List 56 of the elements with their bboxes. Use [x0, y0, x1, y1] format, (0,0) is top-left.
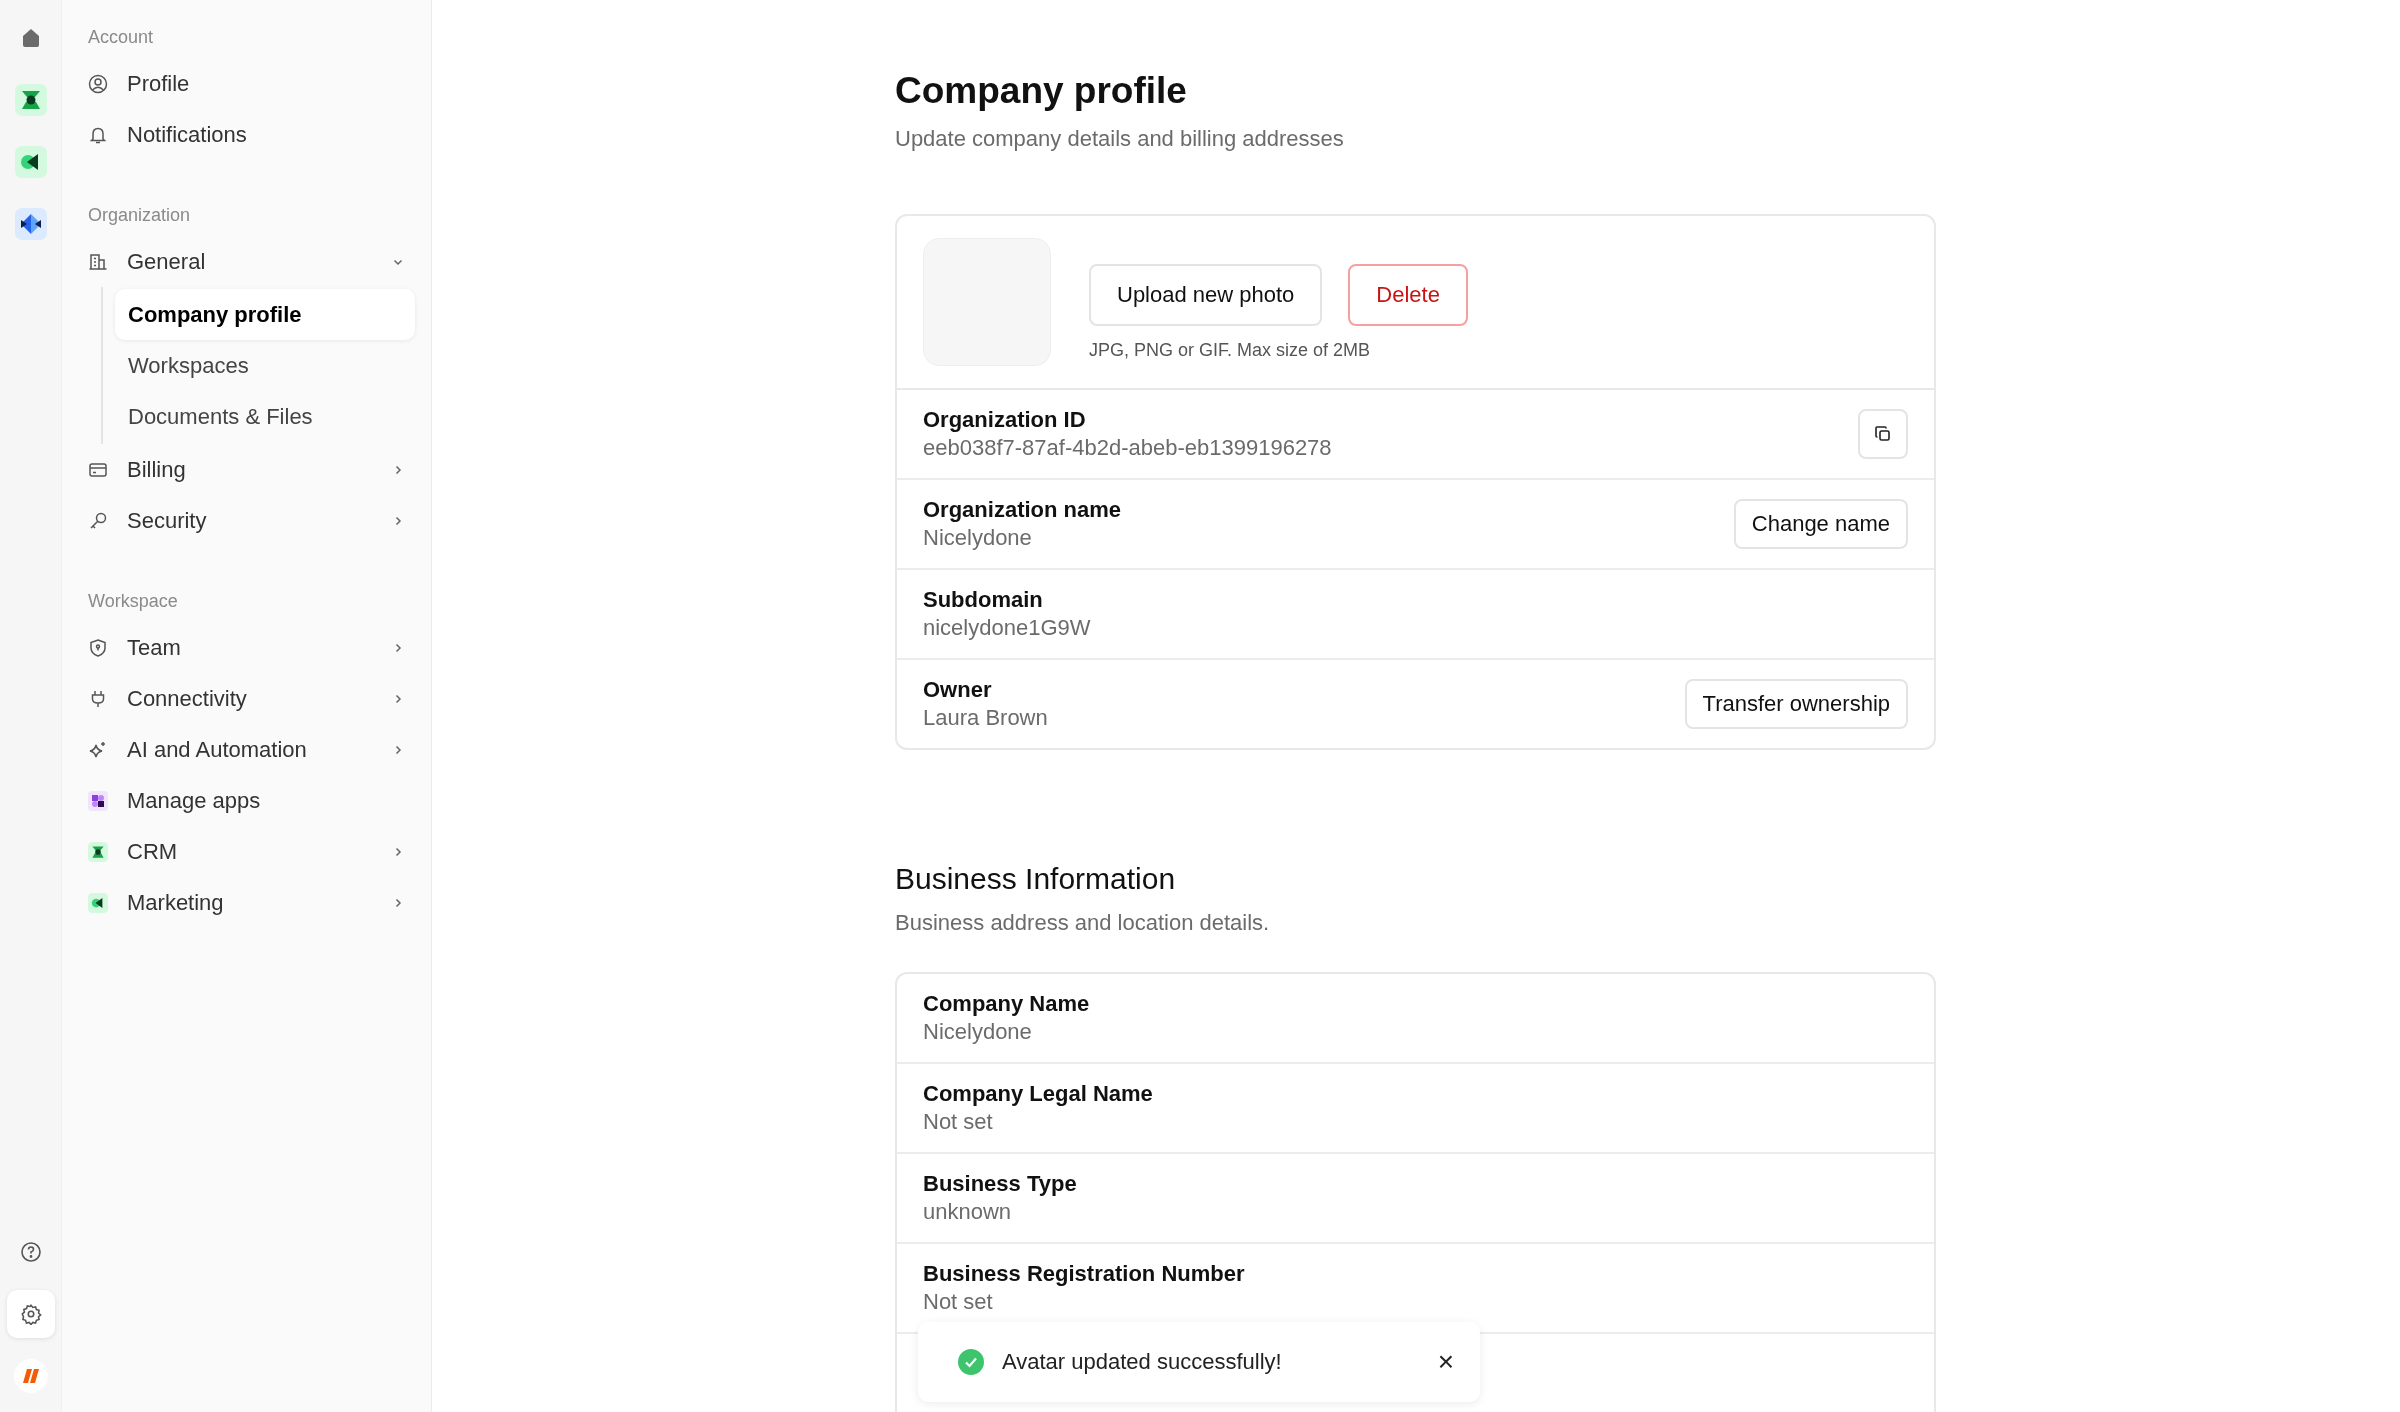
shield-icon — [88, 637, 108, 658]
sidebar-item[interactable]: CRM — [88, 826, 415, 877]
section-title: Business Information — [895, 862, 1177, 896]
sidebar-item[interactable]: Security — [88, 495, 415, 546]
field-label: Organization ID — [923, 407, 1087, 433]
toast-message: Avatar updated successfully! — [1002, 1349, 1283, 1375]
field-value: Not set — [923, 1109, 994, 1135]
field-value: Laura Brown — [923, 705, 1048, 731]
sidebar-item[interactable]: Connectivity — [88, 673, 415, 724]
field-value: nicelydone1G9W — [923, 615, 1091, 641]
crm-app-icon — [88, 841, 108, 862]
delete-button[interactable]: Delete — [1348, 264, 1468, 326]
check-circle-icon — [958, 1349, 984, 1375]
marketing-app-icon — [88, 892, 108, 913]
row-action-button[interactable]: Transfer ownership — [1684, 679, 1908, 729]
settings-icon[interactable] — [6, 1290, 55, 1338]
row-action-button[interactable]: Change name — [1733, 499, 1908, 549]
key-icon — [88, 510, 108, 531]
sidebar-subitem[interactable]: Documents & Files — [115, 391, 415, 442]
section-subtitle: Business address and location details. — [895, 910, 1271, 936]
section-heading: Account — [88, 26, 155, 49]
sidebar-item[interactable]: AI and Automation — [88, 724, 415, 775]
apps-icon — [88, 790, 108, 811]
sidebar-subitem[interactable]: Workspaces — [115, 340, 415, 391]
field-value: eeb038f7-87af-4b2d-abeb-eb1399196278 — [923, 435, 1332, 461]
sidebar-item[interactable]: Notifications — [88, 109, 415, 160]
field-value: unknown — [923, 1199, 1013, 1225]
building-icon — [88, 251, 108, 272]
sidebar-item[interactable]: Marketing — [88, 877, 415, 928]
field-label: Subdomain — [923, 587, 1044, 613]
upload-hint: JPG, PNG or GIF. Max size of 2MB — [1089, 340, 1372, 361]
sidebar-subitem[interactable]: Company profile — [115, 289, 415, 340]
field-label: Company Name — [923, 991, 1090, 1017]
copy-button[interactable] — [1858, 409, 1908, 459]
field-label: Business Type — [923, 1171, 1077, 1197]
copy-icon — [1874, 425, 1892, 443]
sidebar-item[interactable]: General — [88, 236, 415, 287]
field-label: Business Registration Number — [923, 1261, 1245, 1287]
sidebar-item[interactable]: Team — [88, 622, 415, 673]
close-button[interactable]: × — [1431, 1346, 1460, 1378]
user-circle-icon — [88, 73, 108, 94]
field-label: Company Legal Name — [923, 1081, 1153, 1107]
field-label: Organization name — [923, 497, 1122, 523]
sparkle-icon — [88, 739, 108, 760]
field-value: Nicelydone — [923, 1019, 1033, 1045]
section-heading: Workspace — [88, 590, 179, 613]
sidebar-item[interactable]: Profile — [88, 58, 415, 109]
field-value: Not set — [923, 1289, 994, 1315]
field-value: Nicelydone — [923, 525, 1033, 551]
field-label: Owner — [923, 677, 993, 703]
section-heading: Organization — [88, 204, 192, 227]
page-subtitle: Update company details and billing addresses — [895, 126, 1345, 152]
page-title: Company profile — [895, 70, 1188, 112]
sidebar-item[interactable]: Manage apps — [88, 775, 415, 826]
upload-photo-button[interactable]: Upload new photo — [1089, 264, 1323, 326]
sidebar-item[interactable]: Billing — [88, 444, 415, 495]
